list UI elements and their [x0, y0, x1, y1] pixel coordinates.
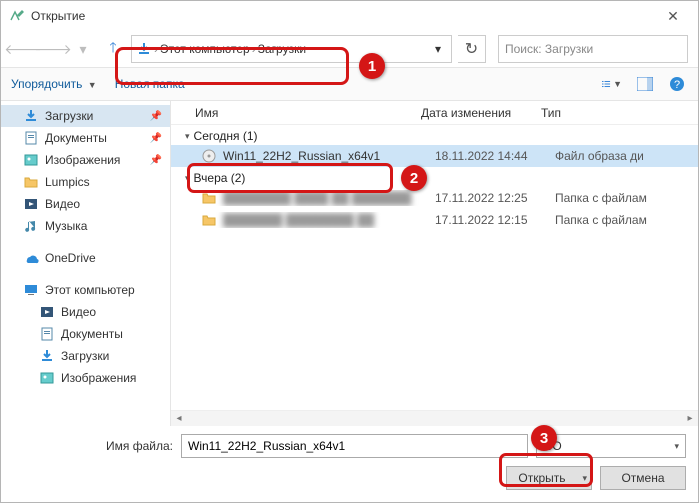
- sidebar-item-download[interactable]: Загрузки: [1, 345, 170, 367]
- sidebar-item-thispc[interactable]: Этот компьютер: [1, 279, 170, 301]
- bottom-bar: Имя файла: ISO ▾ Открыть Отмена: [1, 426, 698, 502]
- pin-icon: 📌: [150, 133, 162, 144]
- sidebar-item-label: Загрузки: [61, 349, 109, 363]
- chevron-down-icon: ▾: [672, 441, 681, 452]
- annotation-number-2: 2: [401, 165, 427, 191]
- organize-button[interactable]: Упорядочить ▼: [11, 77, 99, 91]
- refresh-button[interactable]: ↻: [458, 35, 486, 63]
- annotation-box-1: [115, 47, 349, 85]
- file-type: Папка с файлам: [555, 213, 698, 227]
- app-icon: [9, 8, 25, 24]
- file-row[interactable]: ███████ ████████ ██ 17.11.2022 12:15Папка…: [171, 209, 698, 231]
- sidebar: Загрузки 📌 Документы 📌 Изображения 📌 Lumpics Ви…: [1, 101, 171, 426]
- sidebar-item-label: Документы: [45, 131, 107, 145]
- sidebar-item-label: Видео: [61, 305, 96, 319]
- annotation-box-2: [187, 163, 393, 193]
- file-group-header[interactable]: ▾ Сегодня (1): [171, 125, 698, 145]
- file-date: 17.11.2022 12:25: [435, 191, 555, 205]
- sidebar-item-download[interactable]: Загрузки 📌: [1, 105, 170, 127]
- file-name: ████████ ████ ██ ███████: [223, 191, 412, 205]
- breadcrumb-dropdown[interactable]: ▾: [429, 42, 447, 56]
- sidebar-item-folder[interactable]: Lumpics: [1, 171, 170, 193]
- help-button[interactable]: ?: [666, 73, 688, 95]
- annotation-box-3: [499, 453, 593, 487]
- sidebar-item-label: Этот компьютер: [45, 283, 135, 297]
- file-name: Win11_22H2_Russian_x64v1: [223, 149, 380, 163]
- file-date: 17.11.2022 12:15: [435, 213, 555, 227]
- sidebar-item-onedrive[interactable]: OneDrive: [1, 247, 170, 269]
- file-name: ███████ ████████ ██: [223, 213, 374, 227]
- annotation-number-1: 1: [359, 53, 385, 79]
- file-pane: Имя Дата изменения Тип ▾ Сегодня (1) Win1…: [171, 101, 698, 426]
- filename-input[interactable]: [181, 434, 528, 458]
- file-type: Папка с файлам: [555, 191, 698, 205]
- search-placeholder: Поиск: Загрузки: [505, 42, 593, 56]
- file-type: Файл образа ди: [555, 149, 698, 163]
- column-type[interactable]: Тип: [541, 106, 698, 120]
- nav-row: 🡐 🡒 ▾ 🡑 › Этот компьютер › Загрузки ▾ ↻ …: [1, 31, 698, 67]
- sidebar-item-label: Музыка: [45, 219, 87, 233]
- close-button[interactable]: ✕: [656, 8, 690, 25]
- list-header: Имя Дата изменения Тип: [171, 101, 698, 125]
- column-date[interactable]: Дата изменения: [421, 106, 541, 120]
- file-date: 18.11.2022 14:44: [435, 149, 555, 163]
- svg-text:?: ?: [674, 79, 680, 91]
- search-input[interactable]: Поиск: Загрузки: [498, 35, 688, 63]
- column-name[interactable]: Имя: [171, 106, 421, 120]
- titlebar: Открытие ✕: [1, 1, 698, 31]
- sidebar-item-label: Видео: [45, 197, 80, 211]
- sidebar-item-music[interactable]: Музыка: [1, 215, 170, 237]
- toolbar: Упорядочить ▼ Новая папка ▼ ?: [1, 67, 698, 101]
- scroll-track[interactable]: [187, 411, 682, 426]
- sidebar-item-img[interactable]: Изображения 📌: [1, 149, 170, 171]
- window-title: Открытие: [31, 9, 85, 23]
- sidebar-item-img[interactable]: Изображения: [1, 367, 170, 389]
- chevron-down-icon: ▾: [185, 131, 190, 142]
- sidebar-item-label: Изображения: [61, 371, 136, 385]
- sidebar-item-doc[interactable]: Документы 📌: [1, 127, 170, 149]
- preview-pane-button[interactable]: [634, 73, 656, 95]
- scroll-left-button[interactable]: ◂: [171, 411, 187, 426]
- pin-icon: 📌: [150, 155, 162, 166]
- sidebar-item-label: Загрузки: [45, 109, 93, 123]
- pin-icon: 📌: [150, 111, 162, 122]
- filename-label: Имя файла:: [13, 439, 173, 453]
- cancel-button[interactable]: Отмена: [600, 466, 686, 490]
- sidebar-item-label: Документы: [61, 327, 123, 341]
- sidebar-item-label: OneDrive: [45, 251, 96, 265]
- scroll-right-button[interactable]: ▸: [682, 411, 698, 426]
- content-area: Загрузки 📌 Документы 📌 Изображения 📌 Lumpics Ви…: [1, 101, 698, 426]
- open-dialog: Открытие ✕ 🡐 🡒 ▾ 🡑 › Этот компьютер › За…: [0, 0, 699, 503]
- forward-button[interactable]: 🡒: [41, 37, 65, 61]
- sidebar-item-label: Lumpics: [45, 175, 90, 189]
- sidebar-item-video[interactable]: Видео: [1, 301, 170, 323]
- sidebar-item-label: Изображения: [45, 153, 120, 167]
- back-button[interactable]: 🡐: [11, 37, 35, 61]
- sidebar-item-video[interactable]: Видео: [1, 193, 170, 215]
- h-scrollbar[interactable]: ◂ ▸: [171, 410, 698, 426]
- annotation-number-3: 3: [531, 425, 557, 451]
- sidebar-item-doc[interactable]: Документы: [1, 323, 170, 345]
- view-mode-button[interactable]: ▼: [602, 73, 624, 95]
- recent-dropdown[interactable]: ▾: [71, 37, 95, 61]
